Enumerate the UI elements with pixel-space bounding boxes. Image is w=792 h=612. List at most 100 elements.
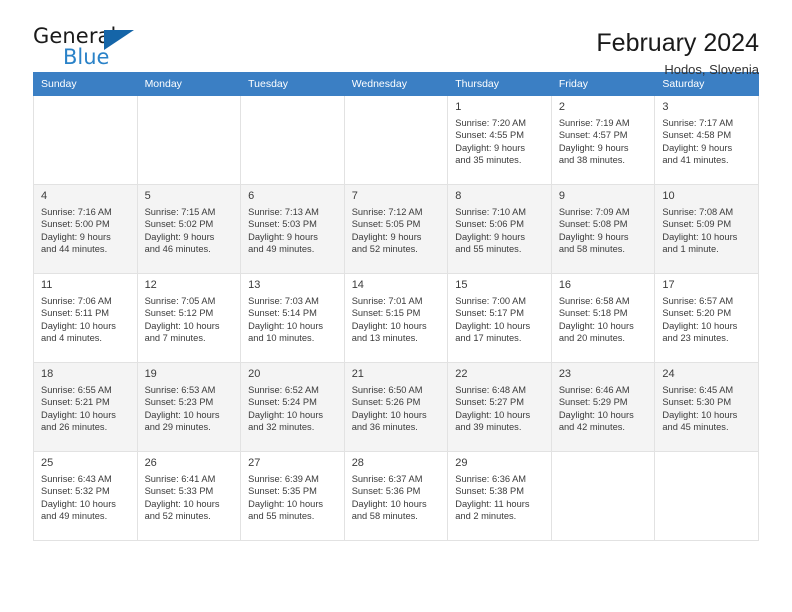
calendar-day-cell[interactable]: 25 Sunrise: 6:43 AM Sunset: 5:32 PM Dayli… xyxy=(33,451,138,541)
calendar-day-cell[interactable]: 15 Sunrise: 7:00 AM Sunset: 5:17 PM Dayli… xyxy=(447,273,552,363)
calendar-day-cell[interactable]: 18 Sunrise: 6:55 AM Sunset: 5:21 PM Dayli… xyxy=(33,362,138,452)
day-cell-content: 10 Sunrise: 7:08 AM Sunset: 5:09 PM Dayli… xyxy=(655,185,758,256)
day-cell-content: 22 Sunrise: 6:48 AM Sunset: 5:27 PM Dayli… xyxy=(448,363,551,434)
sun-times-detail: Sunrise: 7:00 AM Sunset: 5:17 PM Dayligh… xyxy=(455,296,531,344)
calendar-week-row: 1 Sunrise: 7:20 AM Sunset: 4:55 PM Daylig… xyxy=(33,95,759,185)
calendar-day-cell[interactable]: 13 Sunrise: 7:03 AM Sunset: 5:14 PM Dayli… xyxy=(240,273,345,363)
sun-times-detail: Sunrise: 7:01 AM Sunset: 5:15 PM Dayligh… xyxy=(351,296,427,344)
calendar-table: Sunday Monday Tuesday Wednesday Thursday Frid… xyxy=(33,72,759,541)
page-header: General Blue February 2024 Hodos, Sloven… xyxy=(33,0,759,78)
day-number: 27 xyxy=(248,457,261,469)
calendar-day-cell[interactable]: 23 Sunrise: 6:46 AM Sunset: 5:29 PM Dayli… xyxy=(550,362,656,452)
day-number: 10 xyxy=(662,190,675,202)
calendar-day-cell-empty xyxy=(136,95,242,185)
day-cell-content: 7 Sunrise: 7:12 AM Sunset: 5:05 PM Daylig… xyxy=(345,185,448,256)
calendar-day-cell-empty xyxy=(240,95,345,185)
day-number: 20 xyxy=(248,368,261,380)
day-number: 17 xyxy=(662,279,675,291)
calendar-day-cell-empty xyxy=(343,95,449,185)
day-cell-content: 11 Sunrise: 7:06 AM Sunset: 5:11 PM Dayli… xyxy=(34,274,137,345)
day-cell-content: 4 Sunrise: 7:16 AM Sunset: 5:00 PM Daylig… xyxy=(34,185,137,256)
calendar-day-cell[interactable]: 17 Sunrise: 6:57 AM Sunset: 5:20 PM Dayli… xyxy=(654,273,759,363)
day-number: 1 xyxy=(455,101,462,113)
day-cell-content: 2 Sunrise: 7:19 AM Sunset: 4:57 PM Daylig… xyxy=(552,96,655,167)
day-number: 7 xyxy=(351,190,358,202)
sun-times-detail: Sunrise: 7:12 AM Sunset: 5:05 PM Dayligh… xyxy=(351,207,423,255)
calendar-day-cell[interactable]: 7 Sunrise: 7:12 AM Sunset: 5:05 PM Daylig… xyxy=(343,184,449,274)
day-number: 11 xyxy=(41,279,53,291)
calendar-day-cell[interactable]: 27 Sunrise: 6:39 AM Sunset: 5:35 PM Dayli… xyxy=(240,451,345,541)
sun-times-detail: Sunrise: 7:03 AM Sunset: 5:14 PM Dayligh… xyxy=(248,296,324,344)
calendar-day-cell[interactable]: 4 Sunrise: 7:16 AM Sunset: 5:00 PM Daylig… xyxy=(33,184,138,274)
day-cell-content: 27 Sunrise: 6:39 AM Sunset: 5:35 PM Dayli… xyxy=(241,452,344,523)
calendar-day-cell[interactable]: 2 Sunrise: 7:19 AM Sunset: 4:57 PM Daylig… xyxy=(550,95,656,185)
calendar-day-cell-empty xyxy=(33,95,138,185)
calendar-day-cell[interactable]: 12 Sunrise: 7:05 AM Sunset: 5:12 PM Dayli… xyxy=(136,273,242,363)
calendar-day-cell[interactable]: 26 Sunrise: 6:41 AM Sunset: 5:33 PM Dayli… xyxy=(136,451,242,541)
calendar-day-cell[interactable]: 19 Sunrise: 6:53 AM Sunset: 5:23 PM Dayli… xyxy=(136,362,242,452)
calendar-day-cell[interactable]: 14 Sunrise: 7:01 AM Sunset: 5:15 PM Dayli… xyxy=(343,273,449,363)
sun-times-detail: Sunrise: 6:53 AM Sunset: 5:23 PM Dayligh… xyxy=(144,385,220,433)
day-number: 25 xyxy=(41,457,54,469)
calendar-day-cell[interactable]: 28 Sunrise: 6:37 AM Sunset: 5:36 PM Dayli… xyxy=(343,451,449,541)
calendar-day-cell[interactable]: 3 Sunrise: 7:17 AM Sunset: 4:58 PM Daylig… xyxy=(654,95,759,185)
calendar-day-cell[interactable]: 16 Sunrise: 6:58 AM Sunset: 5:18 PM Dayli… xyxy=(550,273,656,363)
calendar-day-cell[interactable]: 20 Sunrise: 6:52 AM Sunset: 5:24 PM Dayli… xyxy=(240,362,345,452)
sun-times-detail: Sunrise: 6:37 AM Sunset: 5:36 PM Dayligh… xyxy=(351,474,427,522)
day-number: 29 xyxy=(455,457,468,469)
day-number: 14 xyxy=(351,279,364,291)
logo-text-blue: Blue xyxy=(63,45,110,69)
calendar-day-cell[interactable]: 5 Sunrise: 7:15 AM Sunset: 5:02 PM Daylig… xyxy=(136,184,242,274)
sun-times-detail: Sunrise: 6:58 AM Sunset: 5:18 PM Dayligh… xyxy=(558,296,634,344)
calendar-day-cell[interactable]: 24 Sunrise: 6:45 AM Sunset: 5:30 PM Dayli… xyxy=(654,362,759,452)
calendar-day-cell[interactable]: 21 Sunrise: 6:50 AM Sunset: 5:26 PM Dayli… xyxy=(343,362,449,452)
sun-times-detail: Sunrise: 6:52 AM Sunset: 5:24 PM Dayligh… xyxy=(248,385,324,433)
weekday-header-tuesday: Tuesday xyxy=(240,72,345,96)
day-number: 15 xyxy=(455,279,468,291)
calendar-day-cell[interactable]: 11 Sunrise: 7:06 AM Sunset: 5:11 PM Dayli… xyxy=(33,273,138,363)
day-cell-content: 18 Sunrise: 6:55 AM Sunset: 5:21 PM Dayli… xyxy=(34,363,137,434)
sun-times-detail: Sunrise: 6:46 AM Sunset: 5:29 PM Dayligh… xyxy=(558,385,634,433)
day-cell-content: 9 Sunrise: 7:09 AM Sunset: 5:08 PM Daylig… xyxy=(552,185,655,256)
day-cell-content: 3 Sunrise: 7:17 AM Sunset: 4:58 PM Daylig… xyxy=(655,96,758,167)
calendar-week-row: 11 Sunrise: 7:06 AM Sunset: 5:11 PM Dayli… xyxy=(33,273,759,363)
sun-times-detail: Sunrise: 6:36 AM Sunset: 5:38 PM Dayligh… xyxy=(455,474,530,522)
sun-times-detail: Sunrise: 7:16 AM Sunset: 5:00 PM Dayligh… xyxy=(41,207,112,255)
day-cell-content: 13 Sunrise: 7:03 AM Sunset: 5:14 PM Dayli… xyxy=(241,274,344,345)
day-cell-content: 12 Sunrise: 7:05 AM Sunset: 5:12 PM Dayli… xyxy=(138,274,241,345)
sun-times-detail: Sunrise: 7:06 AM Sunset: 5:11 PM Dayligh… xyxy=(41,296,116,344)
day-number: 26 xyxy=(144,457,157,469)
day-number: 28 xyxy=(351,457,364,469)
calendar-day-cell[interactable]: 6 Sunrise: 7:13 AM Sunset: 5:03 PM Daylig… xyxy=(240,184,345,274)
day-cell-content: 8 Sunrise: 7:10 AM Sunset: 5:06 PM Daylig… xyxy=(448,185,551,256)
calendar-day-cell[interactable]: 8 Sunrise: 7:10 AM Sunset: 5:06 PM Daylig… xyxy=(447,184,552,274)
day-cell-content: 17 Sunrise: 6:57 AM Sunset: 5:20 PM Dayli… xyxy=(655,274,758,345)
calendar-day-cell[interactable]: 1 Sunrise: 7:20 AM Sunset: 4:55 PM Daylig… xyxy=(447,95,552,185)
calendar-day-cell-empty xyxy=(654,451,759,541)
sun-times-detail: Sunrise: 6:48 AM Sunset: 5:27 PM Dayligh… xyxy=(455,385,531,433)
day-cell-content: 29 Sunrise: 6:36 AM Sunset: 5:38 PM Dayli… xyxy=(448,452,551,523)
day-cell-content: 28 Sunrise: 6:37 AM Sunset: 5:36 PM Dayli… xyxy=(345,452,448,523)
sun-times-detail: Sunrise: 6:57 AM Sunset: 5:20 PM Dayligh… xyxy=(662,296,738,344)
day-number: 13 xyxy=(248,279,261,291)
calendar-week-row: 25 Sunrise: 6:43 AM Sunset: 5:32 PM Dayli… xyxy=(33,451,759,541)
day-number: 3 xyxy=(662,101,669,113)
general-blue-logo[interactable]: General Blue xyxy=(33,26,183,78)
day-number: 22 xyxy=(455,368,468,380)
sun-times-detail: Sunrise: 7:20 AM Sunset: 4:55 PM Dayligh… xyxy=(455,118,527,166)
day-cell-content: 1 Sunrise: 7:20 AM Sunset: 4:55 PM Daylig… xyxy=(448,96,551,167)
calendar-day-cell[interactable]: 10 Sunrise: 7:08 AM Sunset: 5:09 PM Dayli… xyxy=(654,184,759,274)
calendar-page: General Blue February 2024 Hodos, Sloven… xyxy=(0,0,792,612)
sun-times-detail: Sunrise: 6:55 AM Sunset: 5:21 PM Dayligh… xyxy=(41,385,116,433)
day-number: 6 xyxy=(248,190,255,202)
calendar-day-cell[interactable]: 29 Sunrise: 6:36 AM Sunset: 5:38 PM Dayli… xyxy=(447,451,552,541)
page-title: February 2024 xyxy=(596,29,759,57)
calendar-week-row: 4 Sunrise: 7:16 AM Sunset: 5:00 PM Daylig… xyxy=(33,184,759,274)
calendar-week-row: 18 Sunrise: 6:55 AM Sunset: 5:21 PM Dayli… xyxy=(33,362,759,452)
day-number: 19 xyxy=(144,368,157,380)
sun-times-detail: Sunrise: 7:09 AM Sunset: 5:08 PM Dayligh… xyxy=(558,207,630,255)
calendar-day-cell[interactable]: 22 Sunrise: 6:48 AM Sunset: 5:27 PM Dayli… xyxy=(447,362,552,452)
title-block: February 2024 Hodos, Slovenia xyxy=(596,26,759,80)
calendar-day-cell[interactable]: 9 Sunrise: 7:09 AM Sunset: 5:08 PM Daylig… xyxy=(550,184,656,274)
day-number: 4 xyxy=(41,190,48,202)
